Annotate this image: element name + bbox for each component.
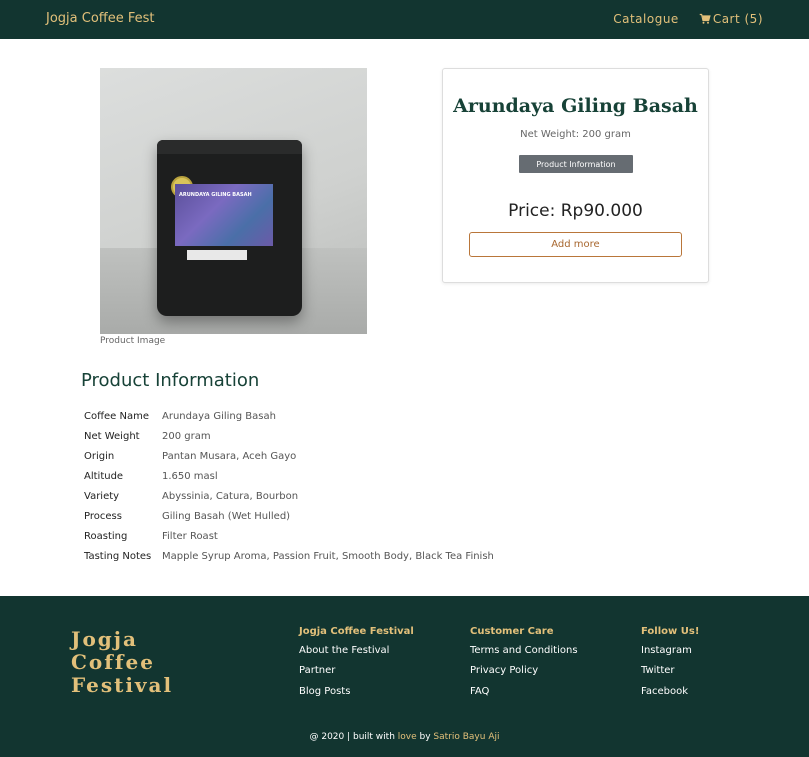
product-image: ARUNDAYA GILING BASAH	[100, 68, 367, 334]
footer-logo-line: Festival	[71, 673, 174, 697]
table-row: Origin Pantan Musara, Aceh Gayo	[84, 446, 494, 466]
footer-column-festival: Jogja Coffee Festival About the Festival…	[299, 626, 414, 706]
footer-column-heading: Jogja Coffee Festival	[299, 626, 414, 637]
navbar: Jogja Coffee Fest Catalogue Cart (5)	[0, 0, 809, 39]
info-key: Origin	[84, 450, 115, 462]
love-text: love	[397, 732, 417, 742]
net-weight: Net Weight: 200 gram	[520, 129, 631, 140]
footer-logo-line: Jogja	[71, 627, 138, 651]
footer-logo-line: Coffee	[71, 650, 155, 674]
info-key: Process	[84, 511, 122, 523]
footer-link-privacy[interactable]: Privacy Policy	[470, 665, 578, 685]
bag-label: ARUNDAYA GILING BASAH	[175, 184, 273, 246]
footer-link-terms[interactable]: Terms and Conditions	[470, 645, 578, 665]
info-value: 200 gram	[162, 430, 211, 442]
table-row: Net Weight 200 gram	[84, 426, 494, 446]
footer: Jogja Coffee Festival Jogja Coffee Festi…	[0, 596, 809, 757]
info-key: Net Weight	[84, 430, 140, 442]
coffee-bag-illustration: ARUNDAYA GILING BASAH	[157, 140, 302, 316]
bag-info-strip	[187, 250, 247, 260]
copyright-by: by	[416, 732, 434, 742]
nav-catalogue-link[interactable]: Catalogue	[613, 12, 679, 26]
product-information-heading: Product Information	[81, 370, 260, 391]
table-row: Variety Abyssinia, Catura, Bourbon	[84, 486, 494, 506]
footer-column-heading: Follow Us!	[641, 626, 700, 637]
table-row: Tasting Notes Mapple Syrup Aroma, Passio…	[84, 547, 494, 567]
nav-cart-link[interactable]: Cart (5)	[699, 12, 763, 26]
info-key: Variety	[84, 490, 120, 502]
footer-link-faq[interactable]: FAQ	[470, 686, 578, 706]
table-row: Roasting Filter Roast	[84, 527, 494, 547]
info-key: Roasting	[84, 531, 128, 543]
table-row: Altitude 1.650 masl	[84, 466, 494, 486]
bag-seal	[157, 140, 302, 154]
footer-column-customer-care: Customer Care Terms and Conditions Priva…	[470, 626, 578, 706]
footer-link-blog[interactable]: Blog Posts	[299, 686, 414, 706]
image-caption: Product Image	[100, 336, 166, 346]
product-title: Arundaya Giling Basah	[453, 95, 698, 117]
footer-link-twitter[interactable]: Twitter	[641, 665, 699, 685]
info-value: 1.650 masl	[162, 470, 218, 482]
footer-link-partner[interactable]: Partner	[299, 665, 414, 685]
info-key: Tasting Notes	[84, 551, 152, 563]
bag-label-text: ARUNDAYA GILING BASAH	[179, 192, 252, 198]
info-key: Coffee Name	[84, 410, 149, 422]
product-card: Arundaya Giling Basah Net Weight: 200 gr…	[442, 68, 709, 283]
cart-icon	[699, 13, 711, 24]
cart-label: Cart (5)	[712, 12, 763, 26]
author-link[interactable]: Satrio Bayu Aji	[433, 732, 499, 742]
add-more-button[interactable]: Add more	[469, 232, 682, 257]
table-row: Coffee Name Arundaya Giling Basah	[84, 406, 494, 426]
product-information-button[interactable]: Product Information	[519, 155, 633, 173]
footer-column-heading: Customer Care	[470, 626, 554, 637]
info-value: Giling Basah (Wet Hulled)	[162, 511, 291, 523]
brand-link[interactable]: Jogja Coffee Fest	[46, 11, 155, 26]
info-value: Abyssinia, Catura, Bourbon	[162, 490, 299, 502]
product-information-table: Coffee Name Arundaya Giling Basah Net We…	[84, 406, 494, 567]
footer-link-facebook[interactable]: Facebook	[641, 686, 699, 706]
info-key: Altitude	[84, 470, 124, 482]
footer-copyright: @ 2020 | built with love by Satrio Bayu …	[0, 732, 809, 742]
info-value: Arundaya Giling Basah	[162, 410, 276, 422]
footer-link-about[interactable]: About the Festival	[299, 645, 414, 665]
table-row: Process Giling Basah (Wet Hulled)	[84, 506, 494, 526]
footer-column-social: Follow Us! Instagram Twitter Facebook	[641, 626, 699, 706]
nav-links: Catalogue Cart (5)	[613, 12, 763, 26]
info-value: Filter Roast	[162, 531, 218, 543]
copyright-prefix: @ 2020 | built with	[309, 732, 398, 742]
footer-logo[interactable]: Jogja Coffee Festival	[71, 628, 173, 697]
info-value: Pantan Musara, Aceh Gayo	[162, 450, 297, 462]
footer-link-instagram[interactable]: Instagram	[641, 645, 699, 665]
product-price: Price: Rp90.000	[508, 201, 643, 221]
info-value: Mapple Syrup Aroma, Passion Fruit, Smoot…	[162, 551, 494, 563]
